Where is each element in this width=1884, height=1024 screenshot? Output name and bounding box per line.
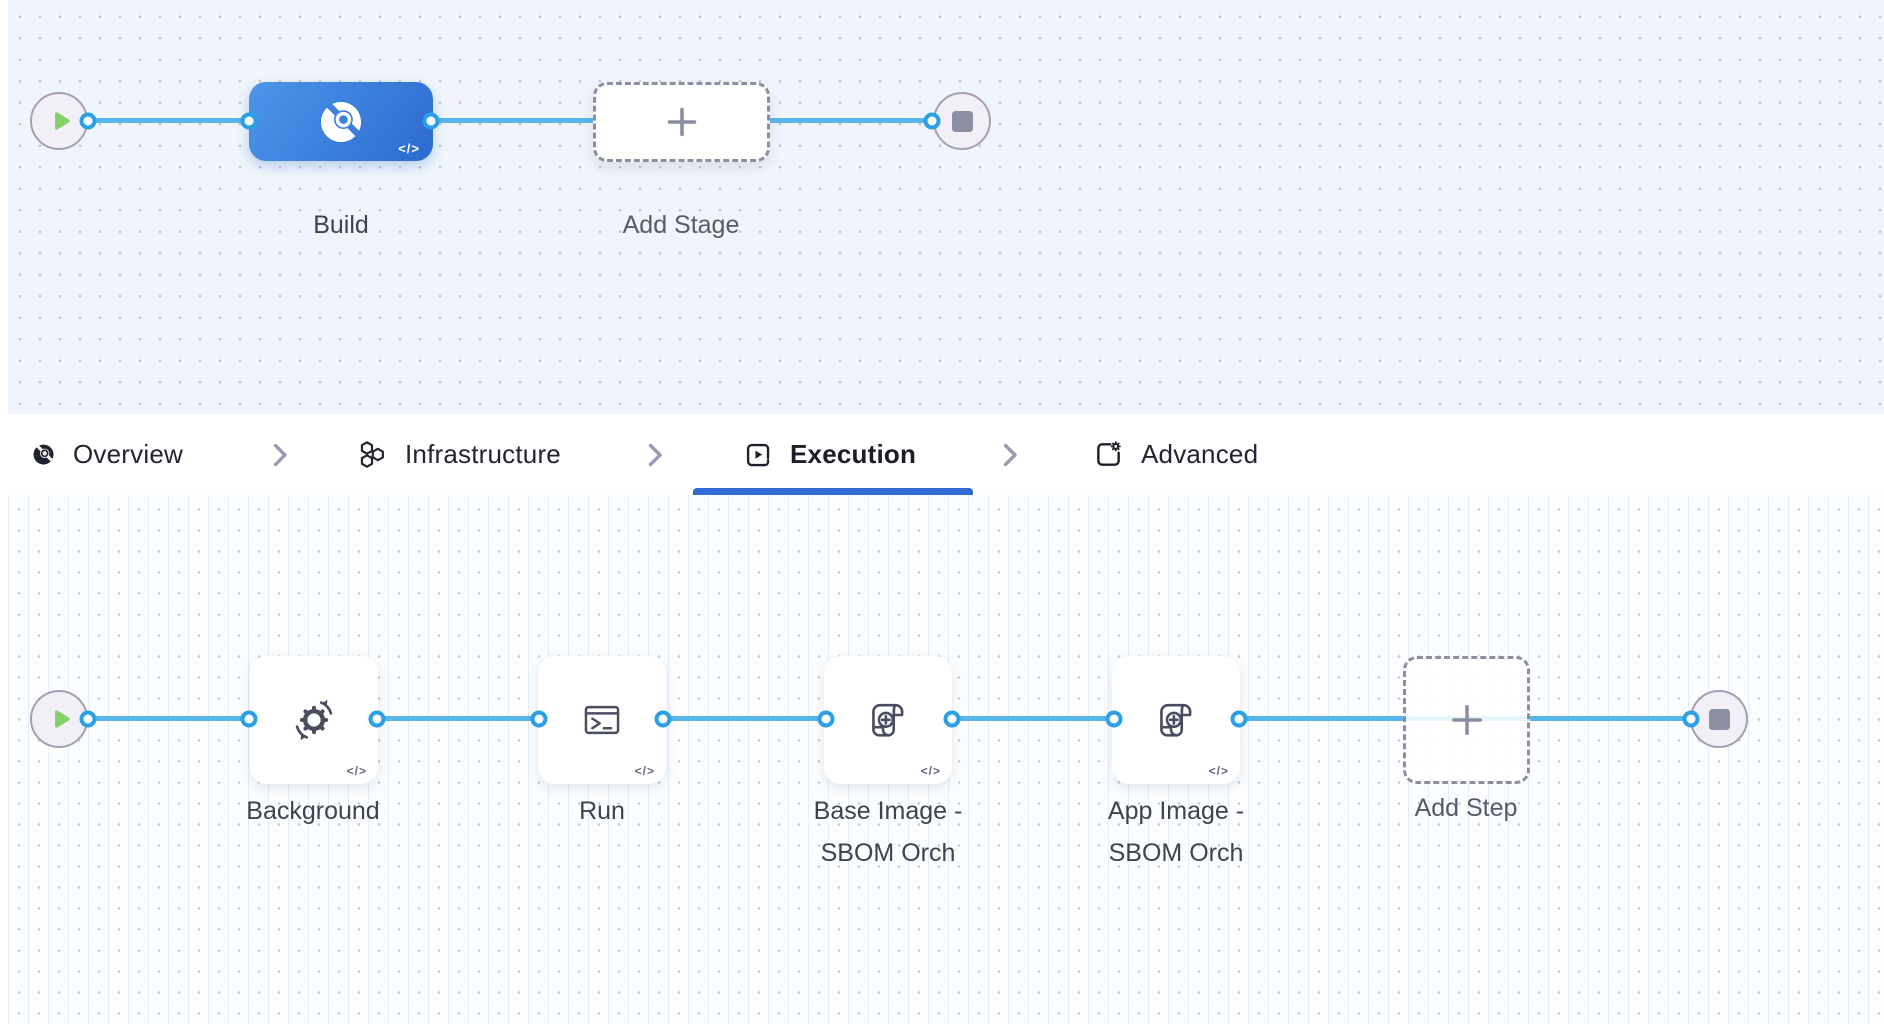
tab-overview[interactable]: Overview	[32, 414, 183, 495]
connector-port[interactable]	[1230, 710, 1248, 728]
scroll-plus-icon	[1160, 703, 1192, 737]
tab-infrastructure[interactable]: Infrastructure	[356, 414, 561, 495]
tab-advanced[interactable]: Advanced	[1094, 414, 1258, 495]
chevron-right-icon	[270, 442, 290, 473]
stage-config-tabbar: Overview Infrastructure Execution Advanc…	[0, 413, 1884, 495]
stage-connector-line	[88, 118, 932, 123]
code-badge: </>	[920, 764, 941, 778]
connector-port[interactable]	[1682, 710, 1700, 728]
play-box-icon	[746, 443, 770, 466]
tab-label: Infrastructure	[405, 439, 561, 469]
step-node-base-image-sbom[interactable]: </>	[824, 656, 952, 784]
chevron-right-icon	[1000, 442, 1020, 473]
connector-port[interactable]	[422, 112, 440, 130]
connector-port[interactable]	[923, 112, 941, 130]
active-tab-underline	[693, 488, 973, 495]
code-badge: </>	[398, 141, 420, 156]
connector-port[interactable]	[1105, 710, 1123, 728]
hexagons-icon	[360, 441, 384, 468]
chevron-right-icon	[645, 442, 665, 473]
tab-label: Overview	[73, 439, 183, 469]
stage-label-build: Build	[313, 211, 369, 239]
add-step-button[interactable]	[1403, 656, 1530, 784]
step-label-run: Run	[579, 797, 625, 825]
tab-label: Execution	[790, 439, 917, 469]
add-stage-label: Add Stage	[622, 211, 740, 239]
connector-port[interactable]	[240, 710, 258, 728]
plus-icon	[667, 107, 696, 137]
code-badge: </>	[1208, 764, 1229, 778]
scroll-plus-icon	[872, 703, 904, 737]
stage-canvas[interactable]: </> Build Add Stage	[0, 0, 1884, 413]
play-icon	[55, 710, 70, 728]
step-node-background[interactable]: </>	[250, 656, 378, 784]
connector-port[interactable]	[79, 710, 97, 728]
step-node-app-image-sbom[interactable]: </>	[1112, 656, 1240, 784]
step-label-app-image-sbom: App Image - SBOM Orch	[1107, 797, 1245, 867]
code-badge: </>	[634, 764, 655, 778]
left-gutter	[0, 0, 8, 1024]
add-stage-button[interactable]	[593, 82, 770, 162]
tab-label: Advanced	[1141, 439, 1259, 469]
terminal-icon	[584, 705, 620, 735]
connector-port[interactable]	[530, 710, 548, 728]
ci-build-icon	[320, 101, 362, 142]
execution-canvas[interactable]: </> </> </> </> Background Run Base Imag…	[0, 494, 1884, 1024]
step-label-base-image-sbom: Base Image - SBOM Orch	[813, 797, 963, 867]
add-step-label: Add Step	[1414, 794, 1518, 822]
code-badge: </>	[346, 764, 367, 778]
stop-icon	[1708, 708, 1730, 730]
connector-port[interactable]	[943, 710, 961, 728]
connector-port[interactable]	[240, 112, 258, 130]
box-gear-icon	[1097, 441, 1121, 466]
pipeline-end-node	[933, 92, 991, 150]
connector-port[interactable]	[817, 710, 835, 728]
stage-node-build[interactable]: </>	[249, 82, 433, 161]
connector-port[interactable]	[368, 710, 386, 728]
play-icon	[55, 112, 70, 130]
plus-icon	[1451, 705, 1482, 735]
step-node-run[interactable]: </>	[538, 656, 666, 784]
sync-gear-icon	[295, 699, 333, 741]
stop-icon	[951, 110, 973, 132]
tab-execution[interactable]: Execution	[744, 414, 916, 495]
connector-port[interactable]	[654, 710, 672, 728]
connector-port[interactable]	[79, 112, 97, 130]
step-label-background: Background	[246, 797, 380, 825]
ci-pie-icon	[33, 444, 54, 465]
